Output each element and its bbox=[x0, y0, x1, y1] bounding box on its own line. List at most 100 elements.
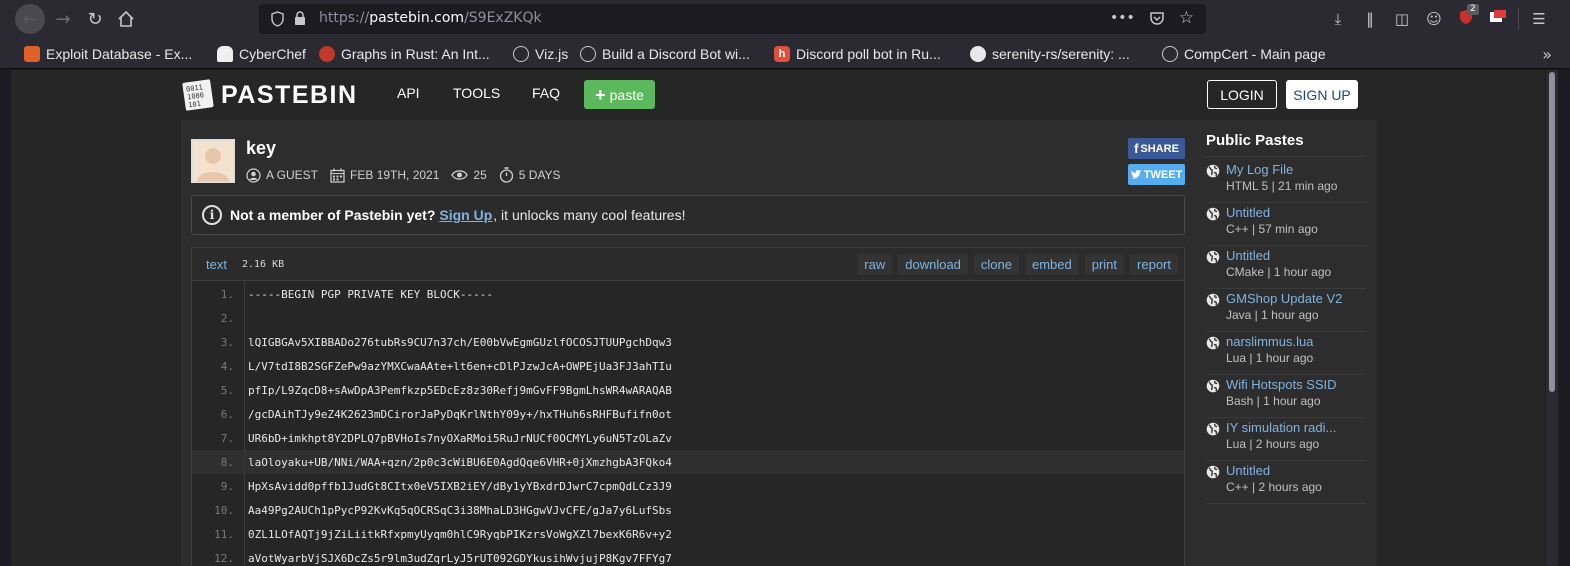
lock-icon[interactable] bbox=[294, 11, 306, 26]
nav-tools[interactable]: TOOLS bbox=[453, 85, 500, 101]
forward-button[interactable]: → bbox=[48, 4, 78, 34]
globe-icon bbox=[580, 46, 596, 62]
facebook-icon: f bbox=[1134, 141, 1139, 156]
public-paste-item[interactable]: Untitled C++ | 2 hours ago bbox=[1206, 461, 1366, 504]
line-number: 3. bbox=[220, 335, 234, 349]
forward-arrow-icon: → bbox=[55, 8, 71, 30]
downloads-icon[interactable]: ⤓ bbox=[1328, 9, 1348, 29]
public-paste-meta: C++ | 57 min ago bbox=[1226, 222, 1318, 236]
hamburger-menu-icon[interactable]: ☰ bbox=[1529, 9, 1549, 29]
url-text[interactable]: https://pastebin.com/S9ExZKQk bbox=[319, 10, 542, 26]
bookmark-serenity[interactable]: serenity-rs/serenity: ... bbox=[970, 45, 1130, 63]
github-icon bbox=[970, 46, 986, 62]
syntax-language-link[interactable]: text bbox=[206, 257, 227, 272]
library-icon[interactable]: ‖ bbox=[1360, 9, 1380, 29]
line-number: 12. bbox=[214, 551, 234, 565]
globe-icon bbox=[1206, 465, 1220, 479]
user-icon bbox=[246, 167, 261, 183]
twitter-tweet-button[interactable]: TWEET bbox=[1128, 164, 1185, 185]
print-button[interactable]: print bbox=[1084, 254, 1125, 275]
nav-api[interactable]: API bbox=[397, 85, 420, 101]
bookmark-graphs-in-rust[interactable]: Graphs in Rust: An Int... bbox=[319, 45, 490, 63]
clone-button[interactable]: clone bbox=[973, 254, 1019, 275]
pocket-icon[interactable] bbox=[1149, 10, 1165, 26]
line-number: 2. bbox=[220, 311, 234, 325]
code-line: 11. 0ZL1LOfAQTj9jZiLiitkRfxpmyUyqm0hlC9Ry… bbox=[192, 522, 1184, 546]
code-line: 12. aVotWyarbVjSJX6DcZs5r9lm3udZqrLyJ5rUT… bbox=[192, 546, 1184, 566]
login-button[interactable]: LOGIN bbox=[1207, 80, 1277, 109]
public-paste-title[interactable]: GMShop Update V2 bbox=[1226, 291, 1342, 306]
notice-signup-link[interactable]: Sign Up bbox=[439, 207, 492, 223]
public-paste-title[interactable]: narslimmus.lua bbox=[1226, 334, 1313, 349]
facebook-share-button[interactable]: f SHARE bbox=[1128, 138, 1185, 159]
bookmark-compcert[interactable]: CompCert - Main page bbox=[1162, 45, 1326, 63]
code-line: 10. Aa49Pg2AUCh1pPycP92KvKq5qOCRSqC3i38Mh… bbox=[192, 498, 1184, 522]
line-number: 11. bbox=[214, 527, 234, 541]
public-paste-meta: Bash | 1 hour ago bbox=[1226, 394, 1321, 408]
public-paste-item[interactable]: IY simulation radi... Lua | 2 hours ago bbox=[1206, 418, 1366, 461]
line-code: /gcDAihTJy9eZ4K2623mDCirorJaPyDqKrlNthY0… bbox=[248, 407, 672, 421]
bookmark-vizjs[interactable]: Viz.js bbox=[513, 45, 568, 63]
twitter-bird-icon bbox=[1130, 169, 1142, 179]
pastebin-logo[interactable]: 0011 1000 101 PASTEBIN bbox=[181, 78, 358, 112]
nav-faq[interactable]: FAQ bbox=[532, 85, 560, 101]
bookmark-label: Viz.js bbox=[535, 46, 569, 62]
account-icon[interactable]: ☺ bbox=[1424, 9, 1444, 29]
public-paste-item[interactable]: Untitled C++ | 57 min ago bbox=[1206, 203, 1366, 246]
public-paste-title[interactable]: Untitled bbox=[1226, 205, 1270, 220]
tracking-shield-icon[interactable] bbox=[271, 11, 284, 27]
page-scrollbar[interactable] bbox=[1546, 70, 1558, 566]
views-info: 25 bbox=[451, 168, 487, 182]
report-button[interactable]: report bbox=[1130, 254, 1178, 275]
sidebar-toggle-icon[interactable]: ◫ bbox=[1392, 9, 1412, 29]
bookmark-exploit-db[interactable]: Exploit Database - Ex... bbox=[24, 45, 192, 63]
download-button[interactable]: download bbox=[898, 254, 968, 275]
url-domain: pastebin.com bbox=[369, 10, 465, 26]
public-paste-title[interactable]: IY simulation radi... bbox=[1226, 420, 1336, 435]
public-paste-item[interactable]: My Log File HTML 5 | 21 min ago bbox=[1206, 160, 1366, 203]
rust-site-icon bbox=[319, 46, 335, 62]
bookmarks-overflow-icon[interactable]: » bbox=[1542, 45, 1552, 64]
public-paste-title[interactable]: My Log File bbox=[1226, 162, 1293, 177]
expiry-time: 5 DAYS bbox=[518, 168, 561, 182]
reload-button[interactable]: ↻ bbox=[80, 4, 110, 34]
bookmark-discord-bot[interactable]: Build a Discord Bot wi... bbox=[580, 45, 750, 63]
browser-toolbar: ← → ↻ https://pastebin.com/S9ExZKQk ••• … bbox=[0, 0, 1570, 39]
ublock-extension-icon[interactable]: 2 bbox=[1456, 4, 1479, 29]
back-button[interactable]: ← bbox=[15, 4, 45, 34]
url-scheme: https:// bbox=[319, 10, 370, 26]
line-code: -----BEGIN PGP PRIVATE KEY BLOCK----- bbox=[248, 287, 494, 301]
bookmark-cyberchef[interactable]: CyberChef bbox=[217, 45, 306, 63]
public-paste-meta: Java | 1 hour ago bbox=[1226, 308, 1319, 322]
signup-button[interactable]: SIGN UP bbox=[1286, 80, 1358, 109]
public-paste-meta: Lua | 2 hours ago bbox=[1226, 437, 1320, 451]
line-code: HpXsAvidd0pffb1JudGt8CItx0eV5IXB2iEY/dBy… bbox=[248, 479, 672, 493]
public-paste-item[interactable]: narslimmus.lua Lua | 1 hour ago bbox=[1206, 332, 1366, 375]
line-number: 10. bbox=[214, 503, 234, 517]
scrollbar-thumb[interactable] bbox=[1549, 72, 1555, 392]
page-actions-menu[interactable]: ••• bbox=[1110, 10, 1135, 28]
embed-button[interactable]: embed bbox=[1024, 254, 1079, 275]
bookmark-discord-poll[interactable]: h Discord poll bot in Ru... bbox=[774, 45, 941, 63]
pastebin-page: 0011 1000 101 PASTEBIN API TOOLS FAQ + p… bbox=[11, 70, 1545, 566]
new-paste-button[interactable]: + paste bbox=[584, 80, 655, 109]
raw-button[interactable]: raw bbox=[857, 254, 893, 275]
public-paste-item[interactable]: GMShop Update V2 Java | 1 hour ago bbox=[1206, 289, 1366, 332]
view-count: 25 bbox=[473, 168, 487, 182]
line-gutter bbox=[244, 474, 245, 498]
code-line: 9. HpXsAvidd0pffb1JudGt8CItx0eV5IXB2iEY/d… bbox=[192, 474, 1184, 498]
bookmark-star-icon[interactable]: ☆ bbox=[1179, 8, 1194, 28]
author-info[interactable]: A GUEST bbox=[246, 167, 318, 183]
extension-icon[interactable] bbox=[1488, 9, 1508, 29]
line-number: 7. bbox=[220, 431, 234, 445]
home-button[interactable] bbox=[111, 4, 141, 34]
public-paste-title[interactable]: Untitled bbox=[1226, 248, 1270, 263]
public-paste-title[interactable]: Wifi Hotspots SSID bbox=[1226, 377, 1337, 392]
paste-size: 2.16 KB bbox=[242, 259, 285, 270]
public-paste-title[interactable]: Untitled bbox=[1226, 463, 1270, 478]
public-paste-item[interactable]: Wifi Hotspots SSID Bash | 1 hour ago bbox=[1206, 375, 1366, 418]
calendar-icon bbox=[330, 168, 345, 183]
public-paste-item[interactable]: Untitled CMake | 1 hour ago bbox=[1206, 246, 1366, 289]
bookmark-label: CyberChef bbox=[239, 46, 306, 62]
url-bar[interactable]: https://pastebin.com/S9ExZKQk ••• ☆ bbox=[259, 4, 1206, 34]
